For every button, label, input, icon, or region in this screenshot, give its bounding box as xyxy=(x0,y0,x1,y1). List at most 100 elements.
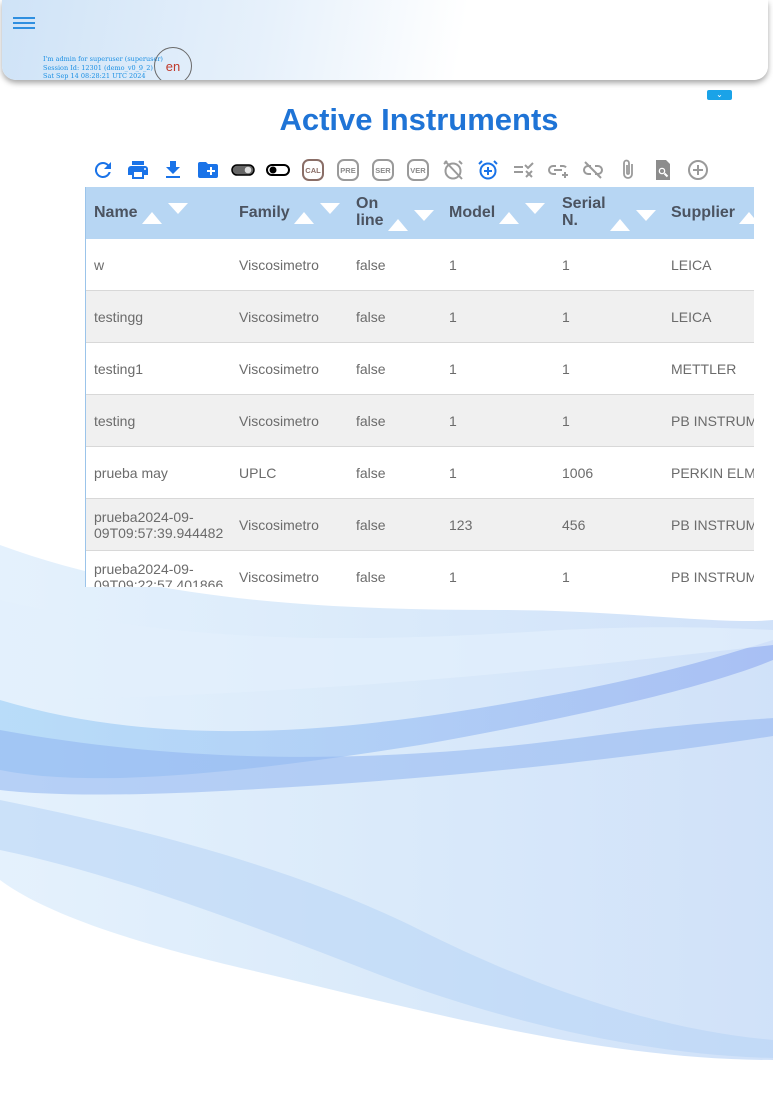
sort-ascending-icon[interactable] xyxy=(293,212,314,224)
add-circle-icon[interactable] xyxy=(683,155,713,185)
cell-name: testingg xyxy=(86,290,231,343)
hamburger-menu-icon[interactable] xyxy=(13,14,35,32)
cell-name: prueba may xyxy=(86,446,231,499)
session-info: I'm admin for superuser (superuser) Sess… xyxy=(43,55,163,80)
calibration-label: CAL xyxy=(302,159,324,181)
language-button[interactable]: en xyxy=(154,47,192,80)
column-header-family: Family xyxy=(231,187,348,239)
cell-name: testing1 xyxy=(86,342,231,395)
cell-supplier: PB INSTRUMENTS xyxy=(663,498,754,551)
cell-supplier: METTLER xyxy=(663,342,754,395)
table-row[interactable]: testingg Viscosimetro false 1 1 LEICA xyxy=(86,290,754,343)
prev-maintenance-icon[interactable]: PRE xyxy=(333,155,363,185)
cell-serial: 456 xyxy=(554,498,663,551)
column-header-online: On line xyxy=(348,187,441,239)
toggle-off-icon[interactable] xyxy=(263,155,293,185)
sort-ascending-icon[interactable] xyxy=(388,219,408,232)
table-row[interactable]: testing1 Viscosimetro false 1 1 METTLER xyxy=(86,342,754,395)
sort-descending-icon[interactable] xyxy=(414,209,434,221)
cell-name: prueba2024-09-09T09:22:57.401866 xyxy=(86,550,231,587)
cell-model: 123 xyxy=(441,498,554,551)
sort-descending-icon[interactable] xyxy=(636,209,656,221)
download-icon[interactable] xyxy=(158,155,188,185)
cell-serial: 1 xyxy=(554,394,663,447)
column-label: Supplier xyxy=(671,204,736,222)
column-header-name: Name xyxy=(86,187,231,239)
cell-family: Viscosimetro xyxy=(231,394,348,447)
new-folder-icon[interactable] xyxy=(193,155,223,185)
table-row[interactable]: prueba may UPLC false 1 1006 PERKIN ELME… xyxy=(86,446,754,499)
alarm-off-icon[interactable] xyxy=(438,155,468,185)
attachment-icon[interactable] xyxy=(613,155,643,185)
cell-online: false xyxy=(348,550,441,587)
cell-model: 1 xyxy=(441,290,554,343)
sort-descending-icon[interactable] xyxy=(525,202,546,214)
cell-online: false xyxy=(348,342,441,395)
refresh-icon[interactable] xyxy=(88,155,118,185)
cell-model: 1 xyxy=(441,550,554,587)
cell-model: 1 xyxy=(441,394,554,447)
cell-serial: 1 xyxy=(554,550,663,587)
cell-serial: 1006 xyxy=(554,446,663,499)
sort-ascending-icon[interactable] xyxy=(499,212,520,224)
service-icon[interactable]: SER xyxy=(368,155,398,185)
cell-family: UPLC xyxy=(231,446,348,499)
sort-ascending-icon[interactable] xyxy=(610,219,630,232)
sort-ascending-icon[interactable] xyxy=(739,212,754,224)
column-label: Serial N. xyxy=(562,194,606,229)
cell-name: w xyxy=(86,239,231,291)
column-header-model: Model xyxy=(441,187,554,239)
cell-supplier: LEICA xyxy=(663,290,754,343)
cell-serial: 1 xyxy=(554,342,663,395)
table-row[interactable]: testing Viscosimetro false 1 1 PB INSTRU… xyxy=(86,394,754,447)
column-label: Family xyxy=(239,204,290,222)
cell-online: false xyxy=(348,394,441,447)
cell-name: testing xyxy=(86,394,231,447)
instruments-table: Name Family On line Model Serial N. Supp… xyxy=(85,187,754,587)
cell-family: Viscosimetro xyxy=(231,239,348,291)
prev-maintenance-label: PRE xyxy=(337,159,359,181)
column-header-serial: Serial N. xyxy=(554,187,663,239)
cell-serial: 1 xyxy=(554,290,663,343)
cell-serial: 1 xyxy=(554,239,663,291)
alarm-add-icon[interactable] xyxy=(473,155,503,185)
add-link-icon[interactable] xyxy=(543,155,573,185)
cell-online: false xyxy=(348,290,441,343)
sort-ascending-icon[interactable] xyxy=(141,212,162,224)
page-title: Active Instruments xyxy=(279,102,559,137)
toggle-on-icon[interactable] xyxy=(228,155,258,185)
cell-name: prueba2024-09-09T09:57:39.944482 xyxy=(86,498,231,551)
table-row[interactable]: prueba2024-09-09T09:57:39.944482 Viscosi… xyxy=(86,498,754,551)
table-header-row: Name Family On line Model Serial N. Supp… xyxy=(86,187,754,239)
collapse-tab-button[interactable]: ⌄ xyxy=(707,90,732,100)
table-row[interactable]: w Viscosimetro false 1 1 LEICA xyxy=(86,239,754,291)
cell-family: Viscosimetro xyxy=(231,498,348,551)
cell-online: false xyxy=(348,498,441,551)
table-row[interactable]: prueba2024-09-09T09:22:57.401866 Viscosi… xyxy=(86,550,754,587)
verification-icon[interactable]: VER xyxy=(403,155,433,185)
cell-supplier: PB INSTRUMENTS xyxy=(663,550,754,587)
session-date: Sat Sep 14 08:28:21 UTC 2024 xyxy=(43,72,146,80)
column-label: Name xyxy=(94,204,138,222)
cell-supplier: LEICA xyxy=(663,239,754,291)
verification-label: VER xyxy=(407,159,429,181)
session-id: Session Id: 12301 (demo_v0_9_2) xyxy=(43,63,153,72)
sort-descending-icon[interactable] xyxy=(167,202,188,214)
column-header-supplier: Supplier xyxy=(663,187,754,239)
calibration-icon[interactable]: CAL xyxy=(298,155,328,185)
cell-online: false xyxy=(348,446,441,499)
print-icon[interactable] xyxy=(123,155,153,185)
cell-family: Viscosimetro xyxy=(231,342,348,395)
app-header: I'm admin for superuser (superuser) Sess… xyxy=(2,0,768,80)
cell-supplier: PERKIN ELMER xyxy=(663,446,754,499)
checklist-icon[interactable] xyxy=(508,155,538,185)
cell-model: 1 xyxy=(441,446,554,499)
unlink-icon[interactable] xyxy=(578,155,608,185)
cell-online: false xyxy=(348,239,441,291)
sort-descending-icon[interactable] xyxy=(319,202,340,214)
cell-supplier: PB INSTRUMENTS xyxy=(663,394,754,447)
column-label: On line xyxy=(356,194,384,229)
cell-family: Viscosimetro xyxy=(231,290,348,343)
document-search-icon[interactable] xyxy=(648,155,678,185)
column-label: Model xyxy=(449,204,496,222)
